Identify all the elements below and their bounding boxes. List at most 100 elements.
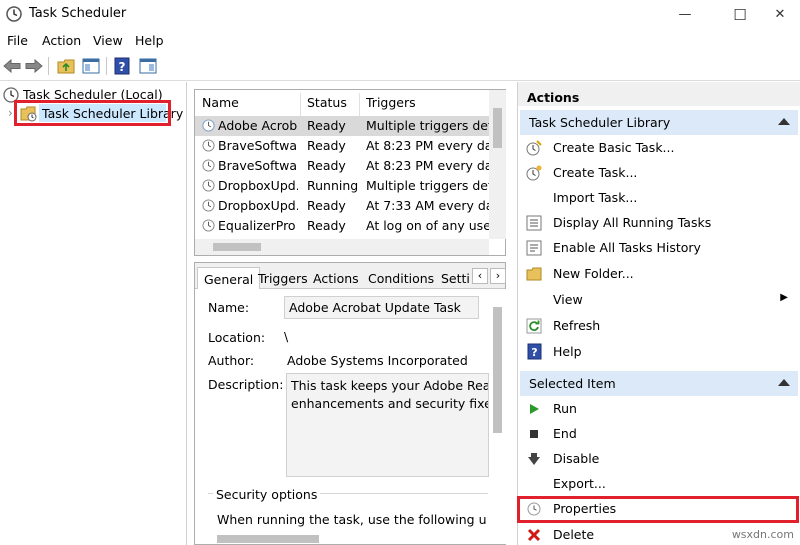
list-icon (525, 214, 543, 232)
task-scheduler-app-icon (6, 6, 22, 22)
tab-scroll-right-button[interactable]: › (490, 268, 506, 284)
action-run[interactable]: Run (520, 396, 798, 421)
tab-scroll-left-button[interactable]: ‹ (472, 268, 488, 284)
properties-highlight-box (517, 496, 799, 523)
column-divider[interactable] (359, 93, 360, 117)
column-header-status[interactable]: Status (307, 95, 347, 115)
action-display-running-tasks[interactable]: Display All Running Tasks (520, 210, 798, 235)
column-header-name[interactable]: Name (202, 95, 239, 115)
scrollbar-thumb[interactable] (493, 108, 502, 148)
help-book-icon: ? (114, 57, 130, 75)
action-help[interactable]: ? Help (520, 339, 798, 364)
action-new-folder[interactable]: New Folder... (520, 261, 798, 286)
menu-help[interactable]: Help (135, 33, 164, 48)
task-list-horizontal-scrollbar[interactable] (195, 239, 489, 255)
author-label: Author: (208, 353, 255, 368)
action-label: View (553, 292, 583, 307)
task-row[interactable]: BraveSoftwar… Ready At 8:23 PM every day… (195, 156, 489, 176)
action-import-task[interactable]: Import Task... (520, 185, 798, 210)
security-options-text: When running the task, use the following… (217, 512, 487, 527)
menu-view[interactable]: View (93, 33, 123, 48)
console-tree (0, 82, 187, 545)
close-button[interactable]: ✕ (757, 0, 800, 29)
task-name: BraveSoftwar… (218, 158, 298, 173)
up-folder-button[interactable] (55, 56, 77, 76)
action-label: Run (553, 401, 577, 416)
watermark: wsxdn.com (731, 528, 794, 541)
forward-button[interactable] (23, 56, 45, 76)
tree-expand-chevron-icon[interactable]: › (8, 106, 13, 120)
end-icon (525, 425, 543, 443)
scrollbar-thumb[interactable] (217, 535, 319, 543)
library-highlight-box (14, 100, 171, 126)
action-view[interactable]: View ▶ (520, 287, 798, 312)
console-tree-icon (82, 58, 100, 74)
security-options-label: Security options (213, 487, 321, 502)
details-horizontal-scrollbar[interactable] (195, 533, 489, 544)
action-enable-history[interactable]: Enable All Tasks History (520, 235, 798, 260)
scrollbar-thumb[interactable] (213, 243, 261, 251)
scrollbar-thumb[interactable] (493, 307, 502, 433)
menu-file[interactable]: File (7, 33, 28, 48)
tab-actions[interactable]: Actions (307, 267, 365, 289)
minimize-button[interactable]: — (662, 0, 708, 29)
tab-triggers[interactable]: Triggers (252, 267, 314, 289)
action-label: Enable All Tasks History (553, 240, 701, 255)
help-toolbar-button[interactable]: ? (111, 56, 133, 76)
action-pane-icon (139, 58, 157, 74)
task-row[interactable]: Adobe Acrob… Ready Multiple triggers def… (195, 116, 489, 136)
task-list-panel: Name Status Triggers Adobe Acrob… Ready … (194, 89, 506, 256)
action-label: Export... (553, 476, 606, 491)
description-field[interactable]: This task keeps your Adobe Reader a enha… (286, 373, 489, 477)
name-label: Name: (208, 300, 250, 315)
action-disable[interactable]: Disable (520, 446, 798, 471)
task-name: BraveSoftwar… (218, 138, 298, 153)
task-clock-icon (202, 139, 215, 155)
delete-icon (525, 526, 543, 544)
forward-arrow-icon (25, 59, 43, 73)
action-export[interactable]: Export... (520, 471, 798, 496)
action-label: Disable (553, 451, 600, 466)
disable-icon (525, 450, 543, 468)
back-button[interactable] (1, 56, 23, 76)
actions-pane: Actions Task Scheduler Library Create Ba… (517, 82, 800, 545)
blank-icon (525, 291, 543, 309)
show-hide-console-tree-button[interactable] (80, 56, 102, 76)
column-divider[interactable] (300, 93, 301, 117)
action-create-task[interactable]: Create Task... (520, 160, 798, 185)
toolbar: ? (0, 51, 800, 81)
show-hide-action-pane-button[interactable] (137, 56, 159, 76)
help-icon: ? (525, 343, 543, 361)
description-line: enhancements and security fixes (291, 396, 489, 411)
location-value: \ (284, 329, 289, 344)
name-field[interactable]: Adobe Acrobat Update Task (284, 296, 479, 319)
collapse-arrow-icon[interactable] (778, 379, 790, 386)
action-label: New Folder... (553, 266, 634, 281)
section-header-selected-item[interactable]: Selected Item (520, 371, 798, 396)
column-header-triggers[interactable]: Triggers (366, 95, 416, 115)
section-header-label: Selected Item (529, 376, 616, 391)
task-status: Running (307, 178, 359, 193)
tab-settings[interactable]: Settin (435, 267, 471, 289)
collapse-arrow-icon[interactable] (778, 118, 790, 125)
task-list-vertical-scrollbar[interactable] (489, 90, 506, 239)
menu-action[interactable]: Action (42, 33, 81, 48)
task-row[interactable]: BraveSoftwar… Ready At 8:23 PM every day (195, 136, 489, 156)
task-row[interactable]: EqualizerPro Ready At log on of any user (195, 216, 489, 236)
details-vertical-scrollbar[interactable] (489, 289, 506, 544)
tab-general[interactable]: General (197, 267, 261, 289)
clock-wand-icon (525, 139, 543, 157)
tab-conditions[interactable]: Conditions (362, 267, 440, 289)
blank-icon (525, 475, 543, 493)
action-refresh[interactable]: Refresh (520, 313, 798, 338)
task-clock-icon (202, 219, 215, 235)
author-value: Adobe Systems Incorporated (287, 353, 468, 368)
task-row[interactable]: DropboxUpd… Running Multiple triggers de… (195, 176, 489, 196)
task-status: Ready (307, 218, 346, 233)
action-create-basic-task[interactable]: Create Basic Task... (520, 135, 798, 160)
task-clock-icon (202, 119, 215, 135)
task-row[interactable]: DropboxUpd… Ready At 7:33 AM every day -… (195, 196, 489, 216)
action-end[interactable]: End (520, 421, 798, 446)
action-label: Help (553, 344, 582, 359)
section-header-library[interactable]: Task Scheduler Library (520, 110, 798, 135)
